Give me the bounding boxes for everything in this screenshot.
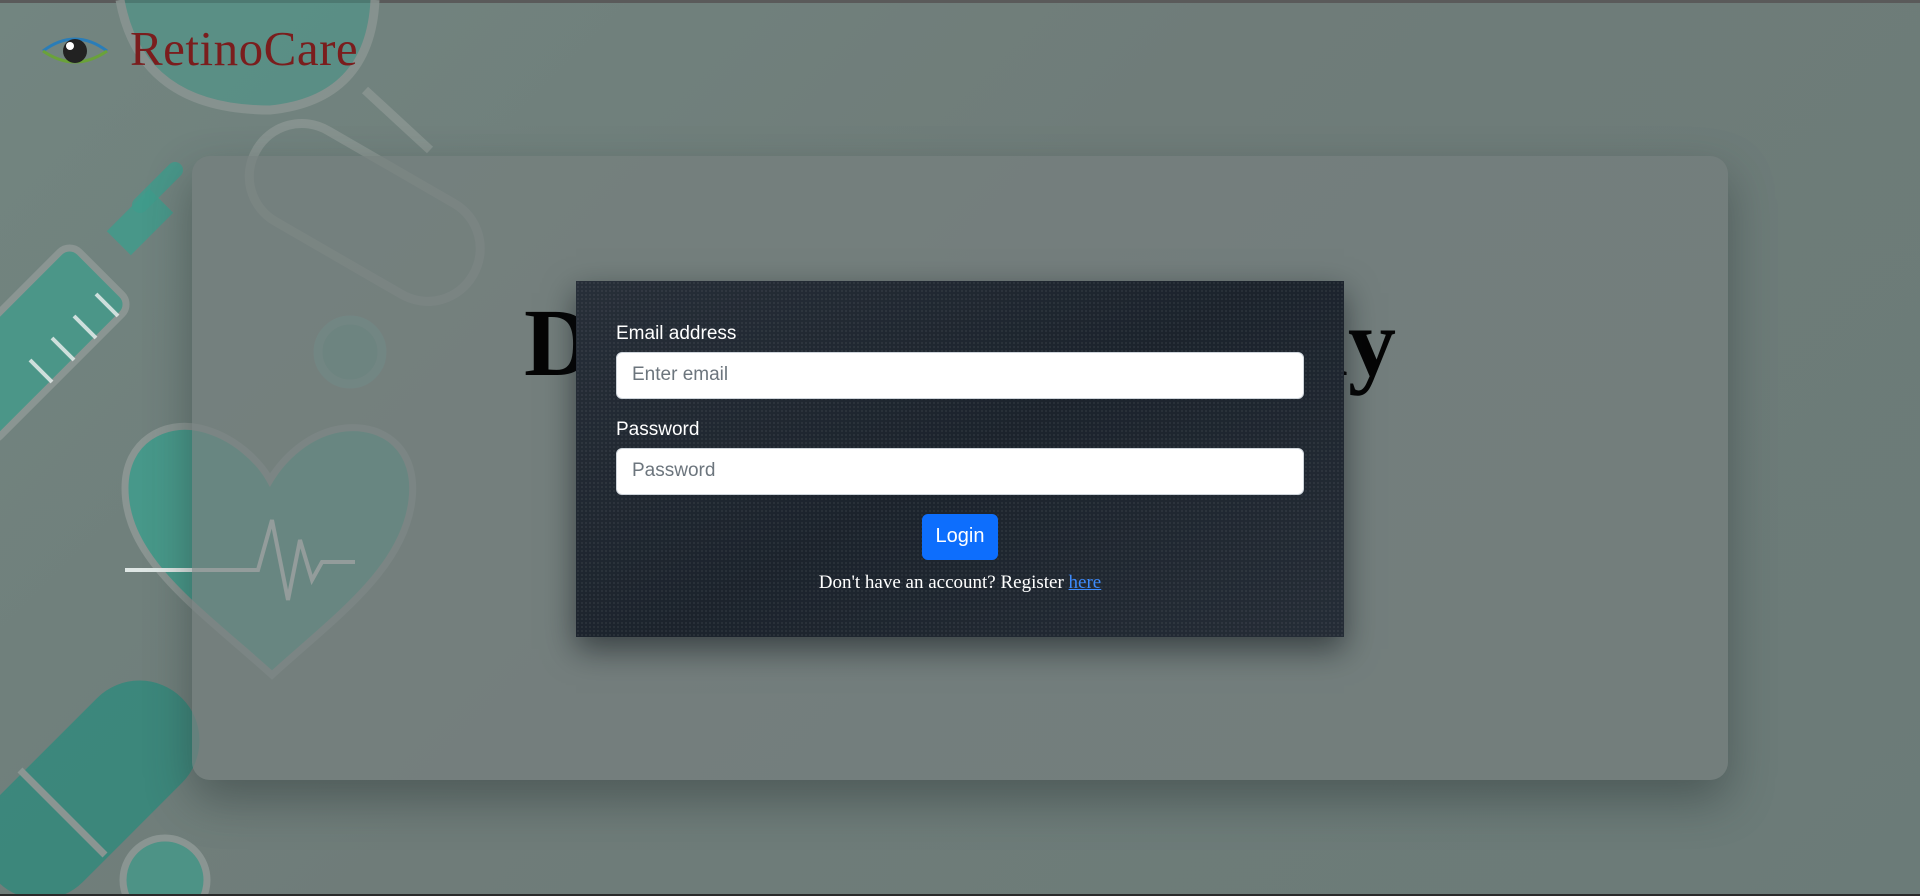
- password-input[interactable]: [616, 447, 1304, 495]
- login-button[interactable]: Login: [921, 513, 999, 560]
- register-prompt: Don't have an account? Register: [818, 571, 1064, 593]
- brand[interactable]: RetinoCare: [40, 24, 358, 73]
- login-modal: Email address Password Login Don't have …: [576, 281, 1344, 637]
- brand-name: RetinoCare: [130, 21, 359, 76]
- login-form: Email address Password Login Don't have …: [616, 323, 1304, 594]
- email-input[interactable]: [616, 351, 1304, 399]
- password-group: Password: [616, 419, 1304, 495]
- email-label: Email address: [616, 323, 737, 344]
- login-button-row: Login: [616, 513, 1304, 560]
- eye-icon: [42, 37, 108, 63]
- pill-capsule-icon: [0, 680, 211, 896]
- email-group: Email address: [616, 323, 1304, 399]
- register-link[interactable]: here: [1069, 572, 1102, 593]
- password-label: Password: [616, 418, 700, 440]
- register-line: Don't have an account? Register here: [616, 572, 1304, 594]
